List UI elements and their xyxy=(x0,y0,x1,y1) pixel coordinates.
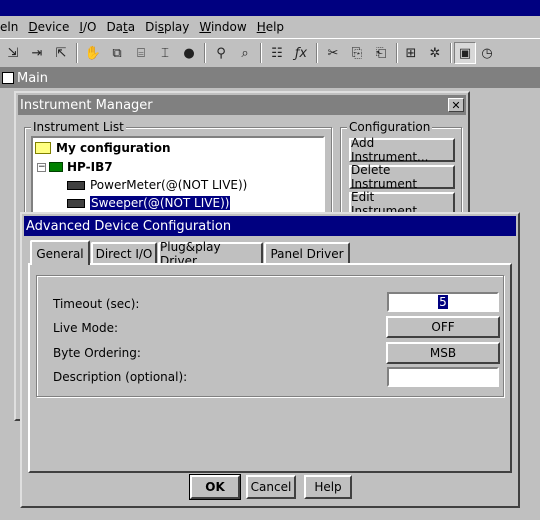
configuration-label: Configuration xyxy=(347,120,433,134)
binoculars-icon[interactable]: ⚲ xyxy=(210,42,232,64)
delete-instrument-button[interactable]: Delete Instrument xyxy=(349,163,455,191)
folder-icon xyxy=(35,142,51,154)
properties-icon[interactable]: ☷ xyxy=(266,42,288,64)
timeout-label: Timeout (sec): xyxy=(53,297,140,311)
panel-view-icon[interactable]: ▣ xyxy=(454,42,476,64)
tab-panel-driver[interactable]: Panel Driver xyxy=(264,242,350,264)
menu-device[interactable]: Device xyxy=(24,20,75,34)
timeout-value: 5 xyxy=(438,295,448,309)
toolbar-separator xyxy=(450,43,452,63)
collapse-icon: − xyxy=(37,161,46,172)
menu-eln[interactable]: eln xyxy=(0,20,24,34)
clone-icon[interactable]: ⧉ xyxy=(106,42,128,64)
menu-help[interactable]: Help xyxy=(253,20,290,34)
instrument-icon xyxy=(67,180,85,190)
timeout-input[interactable]: 5 xyxy=(387,292,499,312)
tab-direct-io[interactable]: Direct I/O xyxy=(91,242,157,264)
document-icon xyxy=(2,72,14,84)
instrument-list-label: Instrument List xyxy=(31,120,126,134)
tree-root[interactable]: My configuration xyxy=(35,139,171,157)
app-title-bar xyxy=(0,0,540,16)
menu-data[interactable]: Data xyxy=(102,20,141,34)
instrument-manager-title: Instrument Manager xyxy=(20,97,153,113)
tab-general[interactable]: General xyxy=(30,240,90,265)
step-over-icon[interactable]: ⇥ xyxy=(26,42,48,64)
tree-interface[interactable]: − HP-IB7 xyxy=(37,158,113,176)
toolbar-separator xyxy=(260,43,262,63)
copy-icon[interactable]: ⎘ xyxy=(346,42,368,64)
main-window-title-bar[interactable]: Main xyxy=(0,68,540,88)
toolbar-separator xyxy=(204,43,206,63)
menu-bar: eln Device I/O Data Display Window Help xyxy=(0,16,540,38)
tab-plug-play-driver[interactable]: Plug&play Driver xyxy=(158,240,263,268)
byte-ordering-toggle[interactable]: MSB xyxy=(386,342,500,364)
timer-icon[interactable]: ◷ xyxy=(476,42,498,64)
main-window-title: Main xyxy=(17,70,49,86)
tree-root-label: My configuration xyxy=(56,141,171,155)
close-icon[interactable]: ✕ xyxy=(448,98,464,112)
menu-io[interactable]: I/O xyxy=(75,20,102,34)
sweeper-label: Sweeper(@(NOT LIVE)) xyxy=(90,196,231,210)
function-icon[interactable]: ƒx xyxy=(290,42,312,64)
hand-icon[interactable]: ✋ xyxy=(82,42,104,64)
instrument-icon[interactable]: ✲ xyxy=(424,42,446,64)
toolbar-separator xyxy=(76,43,78,63)
help-button[interactable]: Help xyxy=(304,475,352,499)
instrument-manager-title-bar[interactable]: Instrument Manager xyxy=(18,95,466,115)
step-out-icon[interactable]: ⇱ xyxy=(50,42,72,64)
tree-device-sweeper[interactable]: Sweeper(@(NOT LIVE)) xyxy=(67,194,231,212)
toolbar-separator xyxy=(316,43,318,63)
live-mode-toggle[interactable]: OFF xyxy=(386,316,500,338)
advanced-dialog-title-bar[interactable]: Advanced Device Configuration xyxy=(24,216,516,236)
route-icon[interactable]: ⌶ xyxy=(154,42,176,64)
advanced-dialog-title: Advanced Device Configuration xyxy=(26,218,232,234)
find-object-icon[interactable]: ⌕ xyxy=(234,42,256,64)
toolbar-separator xyxy=(396,43,398,63)
toolbar: ⇲ ⇥ ⇱ ✋ ⧉ ⌸ ⌶ ● ⚲ ⌕ ☷ ƒx ✂ ⎘ ⎗ ⊞ ✲ ▣ ◷ xyxy=(0,38,540,68)
tree-icon[interactable]: ⌸ xyxy=(130,42,152,64)
general-settings-group: Timeout (sec): 5 Live Mode: OFF Byte Ord… xyxy=(36,275,504,397)
globe-icon[interactable]: ● xyxy=(178,42,200,64)
powermeter-label: PowerMeter(@(NOT LIVE)) xyxy=(90,178,248,192)
interface-card-icon xyxy=(49,162,63,172)
cancel-button[interactable]: Cancel xyxy=(246,475,296,499)
general-tab-panel: Timeout (sec): 5 Live Mode: OFF Byte Ord… xyxy=(28,263,512,473)
add-instrument-button[interactable]: Add Instrument... xyxy=(349,136,455,164)
paste-icon[interactable]: ⎗ xyxy=(370,42,392,64)
menu-window[interactable]: Window xyxy=(195,20,252,34)
cut-icon[interactable]: ✂ xyxy=(322,42,344,64)
ok-button[interactable]: OK xyxy=(189,474,241,500)
description-input[interactable] xyxy=(387,367,499,387)
description-label: Description (optional): xyxy=(53,370,188,384)
instrument-icon xyxy=(67,198,85,208)
menu-display[interactable]: Display xyxy=(141,20,195,34)
byte-ordering-label: Byte Ordering: xyxy=(53,346,141,360)
advanced-device-config-dialog: Advanced Device Configuration General Di… xyxy=(20,212,520,508)
step-into-icon[interactable]: ⇲ xyxy=(2,42,24,64)
live-mode-label: Live Mode: xyxy=(53,321,119,335)
connect-icon[interactable]: ⊞ xyxy=(400,42,422,64)
interface-label: HP-IB7 xyxy=(67,160,113,174)
tree-device-powermeter[interactable]: PowerMeter(@(NOT LIVE)) xyxy=(67,176,247,194)
